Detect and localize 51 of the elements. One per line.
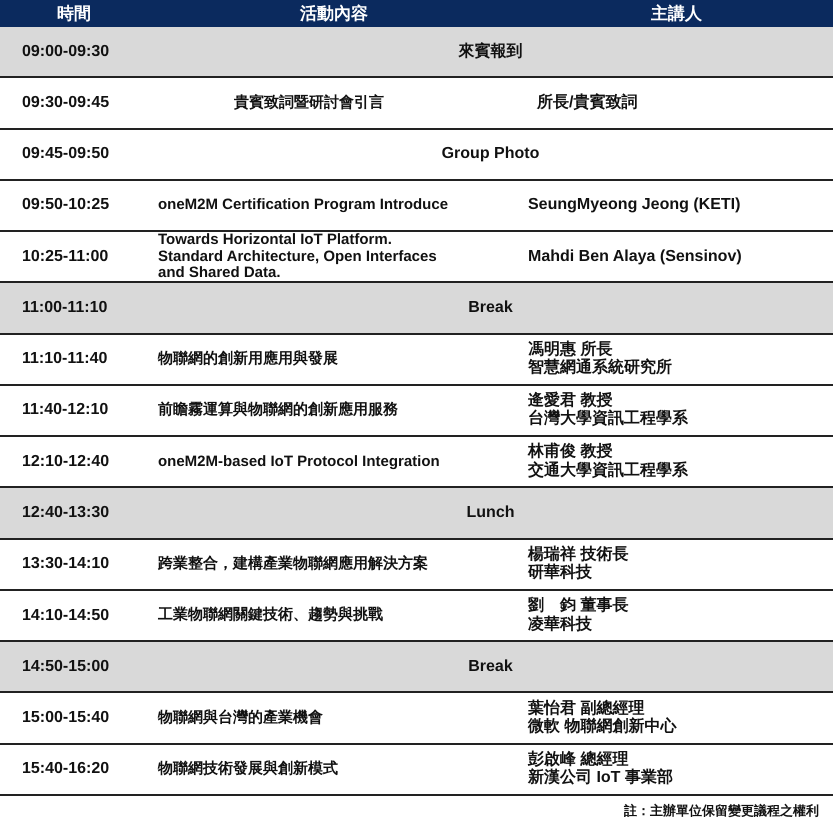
time-cell-text: 09:50-10:25 (21, 196, 110, 214)
speaker-text: 逄愛君 教授 (528, 392, 612, 410)
column-header: 主講人 (650, 3, 703, 25)
speaker-text: 研華科技 (528, 564, 593, 583)
speaker-text: 劉 鈞 董事長 (528, 597, 630, 616)
topic-cell-text: 物聯網的創新用應用與發展 (156, 350, 339, 368)
speaker-text: 林甫俊 教授 (528, 443, 614, 461)
speaker-text: 台灣大學資訊工程學系 (528, 410, 689, 429)
speaker-text: SeungMyeong Jeong (KETI) (528, 196, 742, 215)
time-cell-text: 12:40-13:30 (21, 504, 110, 522)
time-cell-text: 11:40-12:10 (21, 401, 110, 420)
time-cell-text: 09:45-09:50 (21, 145, 110, 164)
speaker-text: 馮明惠 所長 (528, 340, 614, 358)
time-cell-text: 10:25-11:00 (21, 248, 110, 266)
time-cell-text: 09:30-09:45 (21, 94, 110, 112)
time-cell-text: 09:00-09:30 (21, 42, 110, 61)
speaker-text: 智慧網通系統研究所 (528, 359, 673, 378)
topic-cell-text: 物聯網與台灣的產業機會 (156, 710, 324, 726)
time-cell-text: 11:10-11:40 (21, 350, 108, 368)
topic-cell-text: oneM2M Certification Program Introduce (157, 197, 450, 214)
speaker-text: 楊瑞祥 技術長 (528, 546, 630, 564)
speaker-text: 彭啟峰 總經理 (528, 750, 630, 768)
event-cell-text: 來賓報到 (458, 41, 524, 62)
speaker-text: 微軟 物聯網創新中心 (528, 718, 678, 736)
footnote: 註：主辦單位保留變更議程之權利 (624, 802, 819, 820)
time-cell-text: 15:00-15:40 (21, 709, 110, 728)
time-cell-text: 12:10-12:40 (21, 452, 110, 471)
speaker-text: 凌華科技 (528, 616, 593, 634)
time-cell-text: 14:10-14:50 (21, 606, 110, 625)
speaker-text: 新漢公司 IoT 事業部 (528, 769, 674, 788)
topic-cell-text: 貴賓致詞暨研討會引言 (233, 94, 385, 112)
topic-cell-text: 跨業整合，建構產業物聯網應用解決方案 (157, 556, 429, 573)
topic-cell-text: Towards Horizontal IoT Platform. Standard Architecture, Open Interfaces and Shared Data. (157, 232, 438, 282)
column-header: 時間 (56, 3, 92, 25)
speaker-text: Mahdi Ben Alaya (Sensinov) (528, 248, 743, 266)
event-cell-text: Lunch (466, 504, 516, 522)
speaker-text: 交通大學資訊工程學系 (528, 462, 689, 480)
time-cell-text: 14:50-15:00 (21, 658, 110, 676)
event-cell-text: Break (467, 658, 514, 676)
speaker-text: 所長/貴賓致詞 (537, 94, 638, 112)
topic-cell-text: 工業物聯網關鍵技術、趨勢與挑戰 (157, 607, 384, 624)
time-cell-text: 11:00-11:10 (21, 298, 108, 317)
event-cell-text: Break (467, 298, 514, 317)
speaker-text: 葉怡君 副總經理 (528, 700, 646, 717)
event-cell-text: Group Photo (440, 145, 540, 164)
column-header: 活動內容 (299, 3, 369, 25)
time-cell-text: 15:40-16:20 (21, 760, 110, 778)
topic-cell-text: 物聯網技術發展與創新模式 (156, 761, 339, 778)
topic-cell-text: oneM2M-based IoT Protocol Integration (157, 454, 441, 470)
topic-cell-text: 前瞻霧運算與物聯網的創新應用服務 (157, 402, 399, 419)
time-cell-text: 13:30-14:10 (21, 555, 110, 574)
